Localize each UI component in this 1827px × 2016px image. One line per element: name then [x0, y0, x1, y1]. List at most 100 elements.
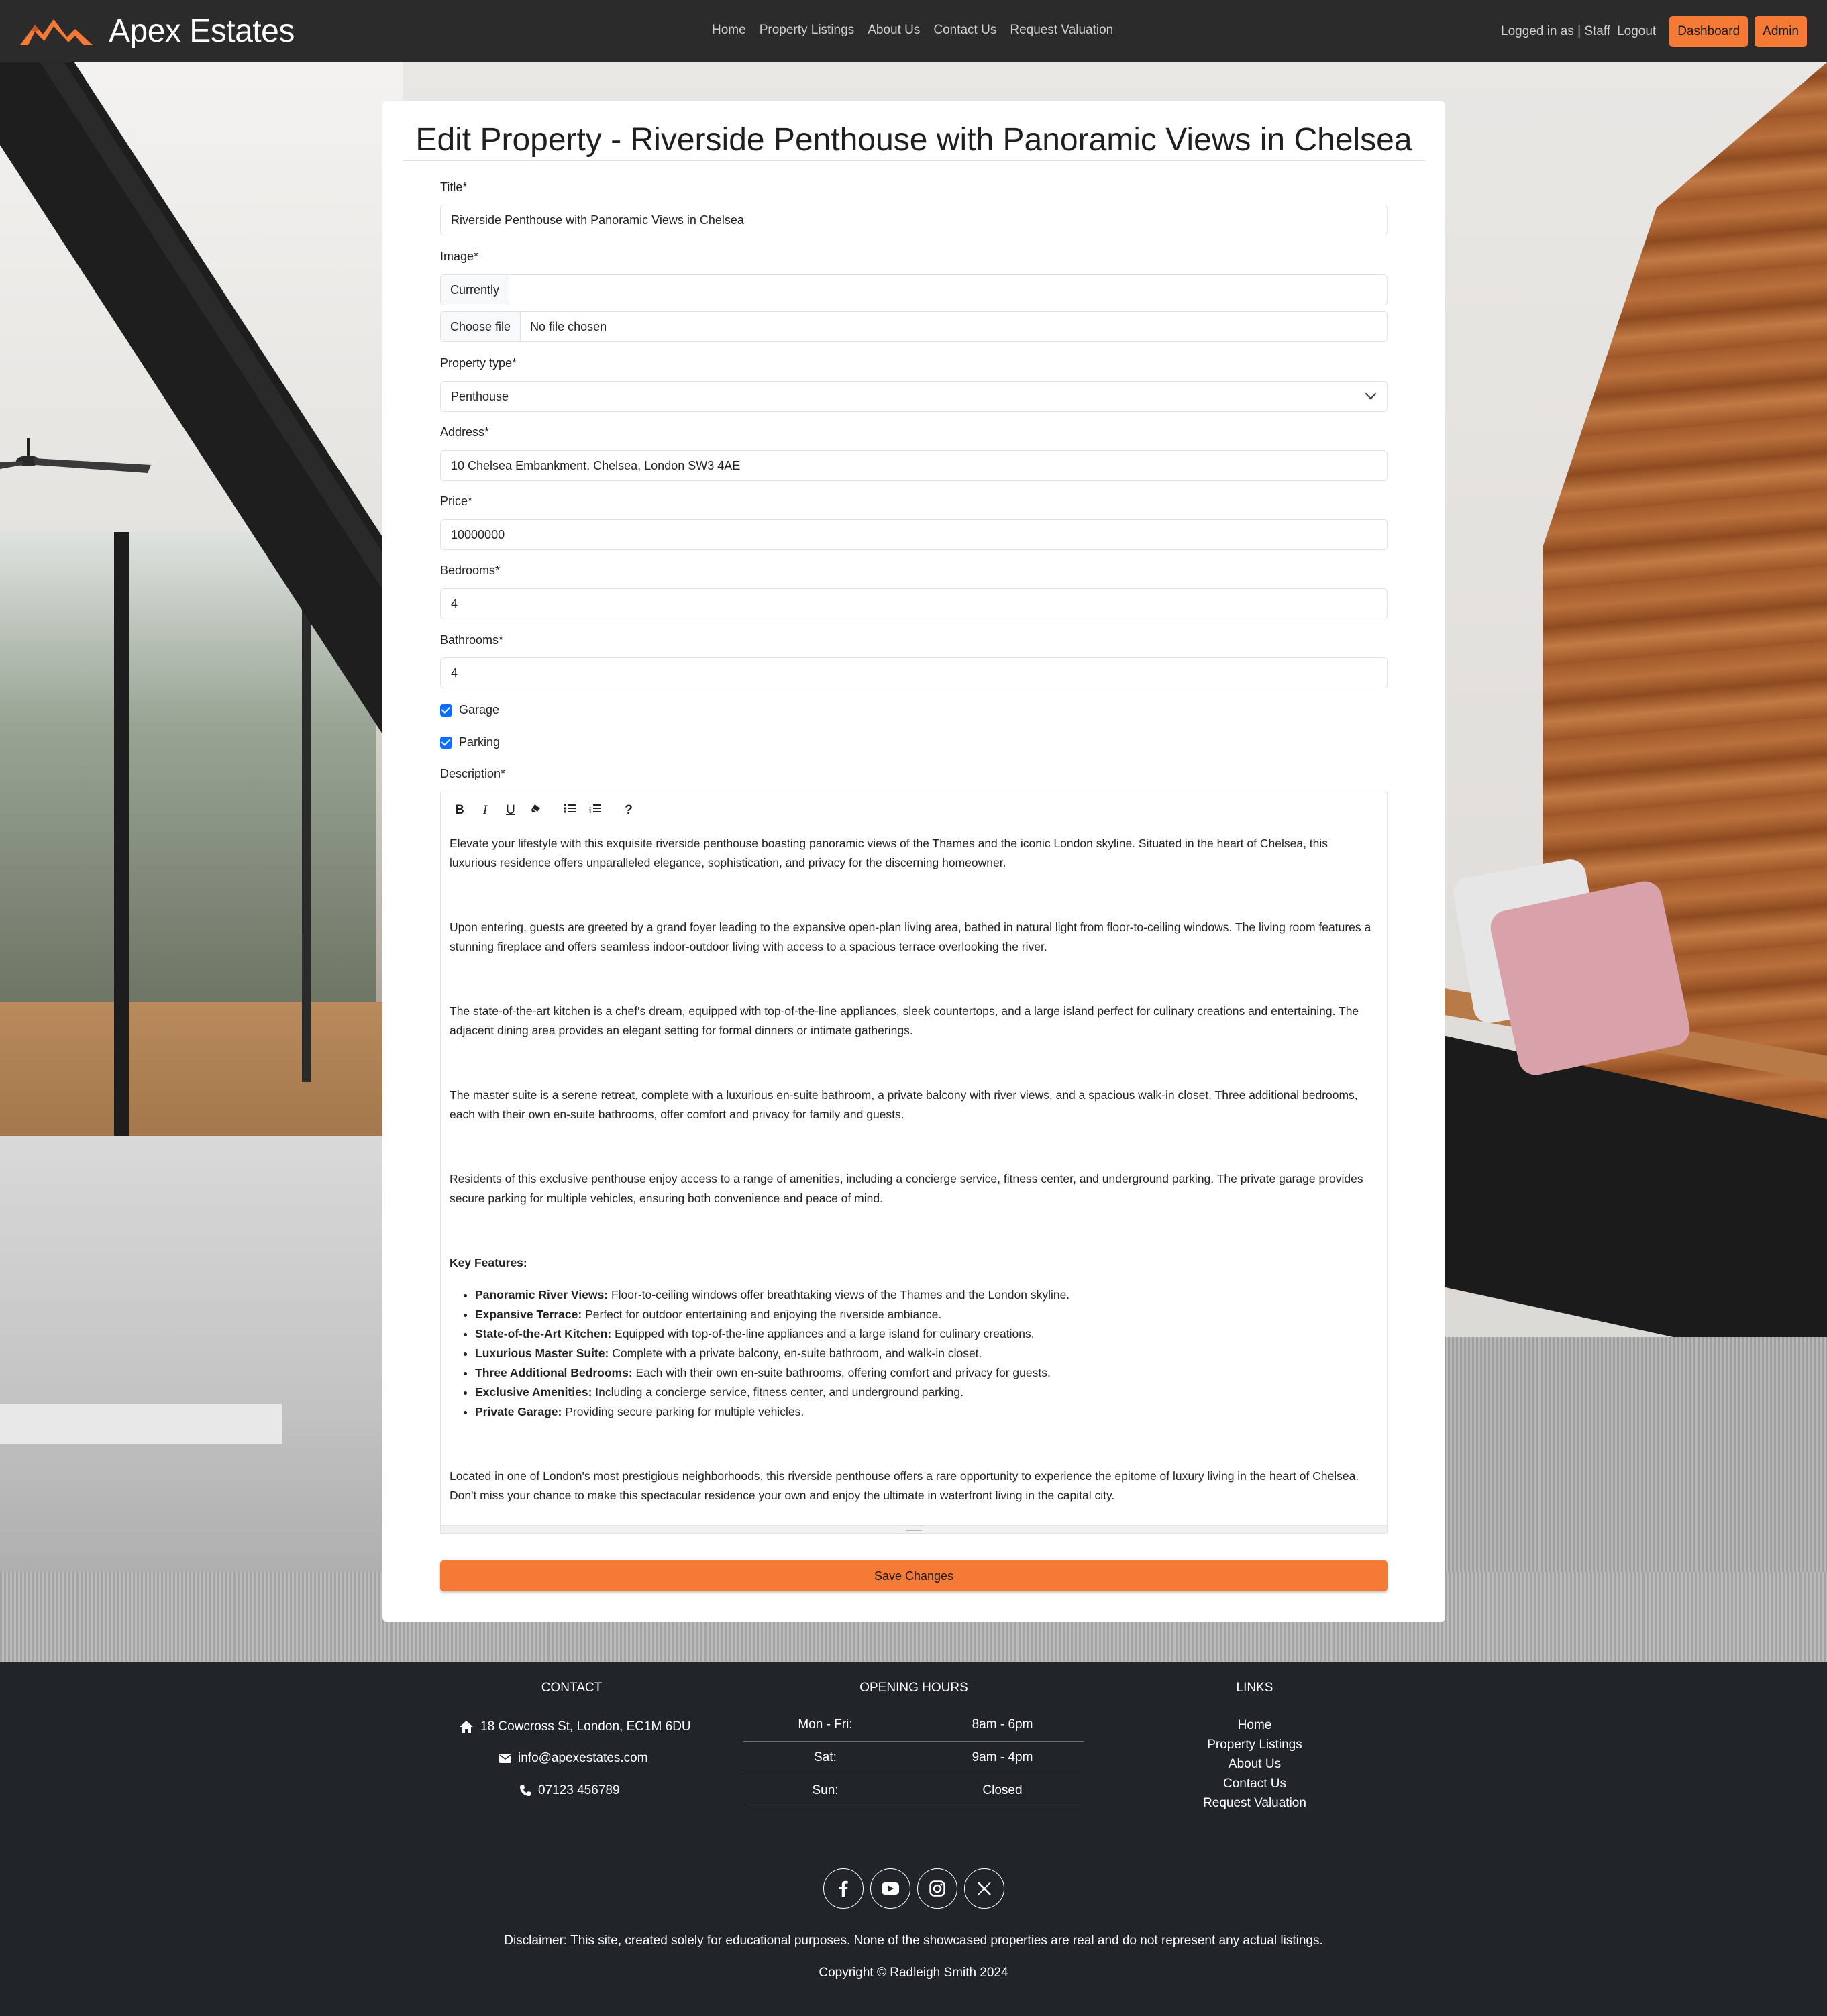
logout-link[interactable]: Logout — [1617, 24, 1656, 39]
editor-resize-bar[interactable] — [441, 1525, 1387, 1533]
garage-checkbox-row[interactable]: Garage — [440, 703, 499, 717]
nav-link-request-valuation[interactable]: Request Valuation — [1010, 23, 1113, 38]
description-paragraph: The state-of-the-art kitchen is a chef's… — [450, 1004, 1359, 1037]
logged-in-text: Logged in as | Staff — [1501, 24, 1611, 38]
bold-button[interactable]: B — [450, 802, 469, 819]
bathrooms-label: Bathrooms* — [440, 633, 504, 647]
resize-handle-icon[interactable] — [906, 1528, 922, 1531]
feature-item: Panoramic River Views: Floor-to-ceiling … — [475, 1285, 1375, 1305]
image-label: Image* — [440, 250, 479, 263]
nav-link-home[interactable]: Home — [712, 23, 746, 38]
description-paragraph: Upon entering, guests are greeted by a g… — [450, 920, 1371, 953]
edit-property-card: Edit Property - Riverside Penthouse with… — [382, 101, 1445, 1622]
italic-button[interactable]: I — [476, 802, 494, 819]
footer-link-home[interactable]: Home — [1188, 1718, 1322, 1733]
eraser-icon[interactable] — [527, 802, 545, 819]
title-divider — [403, 160, 1425, 161]
x-icon[interactable] — [964, 1868, 1004, 1909]
property-type-select[interactable]: Penthouse — [440, 381, 1388, 412]
bg-sofa — [0, 1136, 416, 1646]
description-paragraph: Residents of this exclusive penthouse en… — [450, 1172, 1363, 1205]
address-label: Address* — [440, 425, 490, 439]
feature-item: Three Additional Bedrooms: Each with the… — [475, 1363, 1375, 1383]
bg-pillar — [302, 545, 311, 1082]
nav-link-about-us[interactable]: About Us — [868, 23, 920, 38]
footer-phone-text: 07123 456789 — [538, 1783, 620, 1797]
image-currently-field: Currently — [440, 274, 1388, 305]
hours-time: Closed — [982, 1783, 1023, 1797]
address-input[interactable]: 10 Chelsea Embankment, Chelsea, London S… — [440, 450, 1388, 481]
navbar: Apex Estates Home Property Listings Abou… — [0, 0, 1827, 62]
links-heading: LINKS — [1236, 1681, 1273, 1695]
hours-day: Sat: — [814, 1750, 837, 1764]
ceiling-fan-icon — [0, 438, 151, 473]
hours-row: Mon - Fri: 8am - 6pm — [743, 1709, 1084, 1742]
parking-label: Parking — [459, 735, 501, 749]
svg-text:3: 3 — [589, 810, 591, 814]
footer-link-request-valuation[interactable]: Request Valuation — [1188, 1796, 1322, 1811]
parking-checkbox-row[interactable]: Parking — [440, 735, 500, 749]
unordered-list-icon[interactable] — [560, 802, 579, 819]
description-paragraph: The master suite is a serene retreat, co… — [450, 1088, 1358, 1121]
bathrooms-input[interactable]: 4 — [440, 657, 1388, 688]
hours-time: 9am - 4pm — [972, 1750, 1033, 1764]
footer-email-text: info@apexestates.com — [518, 1751, 648, 1765]
garage-checkbox[interactable] — [440, 704, 452, 717]
envelope-icon — [499, 1754, 511, 1763]
choose-file-button[interactable]: Choose file — [441, 312, 521, 341]
price-input[interactable]: 10000000 — [440, 519, 1388, 550]
copyright-text: Copyright © Radleigh Smith 2024 — [819, 1966, 1008, 1980]
bg-pillar — [114, 532, 129, 1136]
mountain-logo-icon — [20, 19, 93, 45]
facebook-icon[interactable] — [823, 1868, 864, 1909]
footer: CONTACT 18 Cowcross St, London, EC1M 6DU… — [0, 1662, 1827, 2016]
brand[interactable]: Apex Estates — [20, 9, 295, 52]
bedrooms-label: Bedrooms* — [440, 564, 501, 577]
footer-link-property-listings[interactable]: Property Listings — [1188, 1738, 1322, 1752]
hours-heading: OPENING HOURS — [859, 1681, 968, 1695]
brand-name: Apex Estates — [109, 13, 295, 49]
footer-link-contact-us[interactable]: Contact Us — [1188, 1776, 1322, 1791]
footer-phone[interactable]: 07123 456789 — [519, 1783, 620, 1798]
instagram-icon[interactable] — [917, 1868, 957, 1909]
bg-pillow-pink — [1487, 878, 1693, 1079]
nav-user-area: Logged in as | Staff Logout Dashboard Ad… — [1501, 16, 1807, 47]
description-paragraph: Elevate your lifestyle with this exquisi… — [450, 837, 1328, 869]
parking-checkbox[interactable] — [440, 736, 452, 749]
footer-email[interactable]: info@apexestates.com — [499, 1751, 648, 1766]
title-input[interactable]: Riverside Penthouse with Panoramic Views… — [440, 205, 1388, 235]
footer-address: 18 Cowcross St, London, EC1M 6DU — [459, 1719, 691, 1734]
bedrooms-input[interactable]: 4 — [440, 588, 1388, 619]
property-type-label: Property type* — [440, 356, 517, 370]
ordered-list-icon[interactable]: 123 — [586, 802, 605, 819]
phone-icon — [520, 1785, 531, 1796]
page-title: Edit Property - Riverside Penthouse with… — [415, 122, 1412, 158]
save-changes-button[interactable]: Save Changes — [440, 1560, 1388, 1591]
disclaimer-text: Disclaimer: This site, created solely fo… — [504, 1933, 1323, 1948]
feature-item: Luxurious Master Suite: Complete with a … — [475, 1344, 1375, 1363]
youtube-icon[interactable] — [870, 1868, 910, 1909]
feature-item: Exclusive Amenities: Including a concier… — [475, 1383, 1375, 1402]
hours-row: Sun: Closed — [743, 1774, 1084, 1807]
file-status-text: No file chosen — [530, 320, 607, 333]
hours-day: Sun: — [812, 1783, 839, 1797]
editor-toolbar: B I U 123 ? — [450, 802, 645, 819]
contact-heading: CONTACT — [541, 1681, 603, 1695]
home-icon — [460, 1721, 473, 1733]
property-type-value: Penthouse — [451, 390, 509, 403]
editor-content[interactable]: Elevate your lifestyle with this exquisi… — [450, 834, 1375, 1505]
feature-item: Private Garage: Providing secure parking… — [475, 1402, 1375, 1422]
admin-button[interactable]: Admin — [1755, 16, 1807, 47]
nav-link-contact-us[interactable]: Contact Us — [933, 23, 996, 38]
description-editor[interactable]: B I U 123 ? Elevate your lifestyle with … — [440, 792, 1388, 1534]
underline-button[interactable]: U — [501, 802, 520, 819]
help-button[interactable]: ? — [619, 802, 638, 819]
dashboard-button[interactable]: Dashboard — [1669, 16, 1748, 47]
hours-time: 8am - 6pm — [972, 1717, 1033, 1732]
nav-link-property-listings[interactable]: Property Listings — [760, 23, 855, 38]
image-file-input[interactable]: Choose file No file chosen — [440, 311, 1388, 342]
footer-address-text: 18 Cowcross St, London, EC1M 6DU — [480, 1719, 691, 1734]
description-label: Description* — [440, 767, 506, 780]
footer-link-about-us[interactable]: About Us — [1188, 1757, 1322, 1772]
title-label: Title* — [440, 180, 468, 194]
